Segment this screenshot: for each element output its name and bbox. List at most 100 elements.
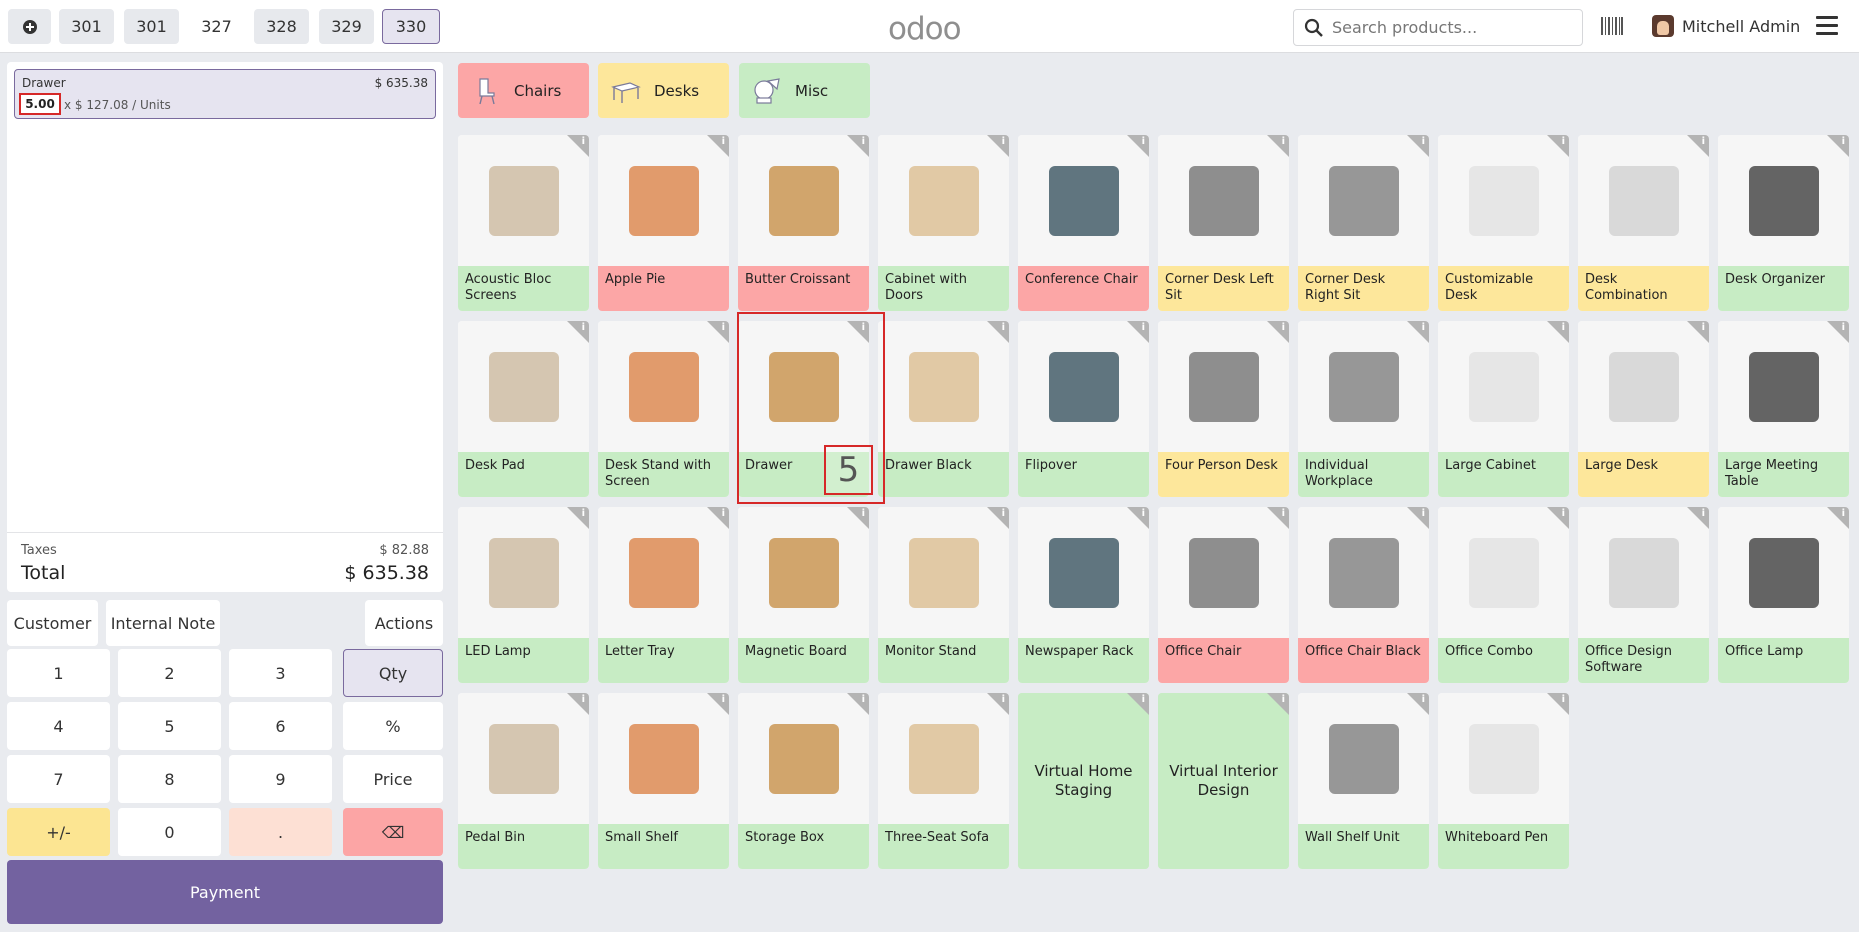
order-line[interactable]: Drawer $ 635.38 5.00 x $ 127.08 / Units (14, 69, 436, 119)
info-icon[interactable] (1267, 321, 1289, 343)
info-icon[interactable] (847, 693, 869, 715)
numpad-backspace[interactable]: ⌫ (343, 808, 443, 856)
numpad-5[interactable]: 5 (118, 702, 221, 750)
search-input[interactable] (1332, 18, 1572, 37)
info-icon[interactable] (1407, 507, 1429, 529)
product-card[interactable]: Whiteboard Pen (1438, 693, 1569, 869)
info-icon[interactable] (847, 507, 869, 529)
info-icon[interactable] (987, 135, 1009, 157)
order-tab[interactable]: 328 (254, 9, 309, 44)
product-card[interactable]: Small Shelf (598, 693, 729, 869)
info-icon[interactable] (847, 321, 869, 343)
numpad-qty-mode[interactable]: Qty (343, 649, 443, 697)
product-card[interactable]: Office Combo (1438, 507, 1569, 683)
info-icon[interactable] (1127, 135, 1149, 157)
info-icon[interactable] (707, 693, 729, 715)
order-tab[interactable]: 301 (59, 9, 114, 44)
product-card[interactable]: Desk Pad (458, 321, 589, 497)
numpad-3[interactable]: 3 (229, 649, 332, 697)
info-icon[interactable] (707, 507, 729, 529)
actions-button[interactable]: Actions (365, 600, 443, 646)
info-icon[interactable] (707, 135, 729, 157)
product-card[interactable]: Butter Croissant (738, 135, 869, 311)
product-card[interactable]: Drawer Black (878, 321, 1009, 497)
order-tab[interactable]: 301 (124, 9, 179, 44)
info-icon[interactable] (1547, 135, 1569, 157)
info-icon[interactable] (1267, 135, 1289, 157)
product-card[interactable]: Customizable Desk (1438, 135, 1569, 311)
info-icon[interactable] (1407, 135, 1429, 157)
numpad-4[interactable]: 4 (7, 702, 110, 750)
info-icon[interactable] (1547, 693, 1569, 715)
numpad-2[interactable]: 2 (118, 649, 221, 697)
product-card[interactable]: Monitor Stand (878, 507, 1009, 683)
order-tab-active[interactable]: 330 (382, 9, 440, 44)
product-card[interactable]: Magnetic Board (738, 507, 869, 683)
payment-button[interactable]: Payment (7, 860, 443, 924)
info-icon[interactable] (1827, 321, 1849, 343)
order-tab[interactable]: 327 (189, 9, 244, 44)
product-card[interactable]: Acoustic Bloc Screens (458, 135, 589, 311)
numpad-8[interactable]: 8 (118, 755, 221, 803)
info-icon[interactable] (1127, 507, 1149, 529)
numpad-9[interactable]: 9 (229, 755, 332, 803)
product-card[interactable]: Four Person Desk (1158, 321, 1289, 497)
menu-icon[interactable] (1816, 16, 1838, 36)
product-card[interactable]: Flipover (1018, 321, 1149, 497)
info-icon[interactable] (567, 507, 589, 529)
info-icon[interactable] (1687, 321, 1709, 343)
product-card[interactable]: Desk Stand with Screen (598, 321, 729, 497)
product-card[interactable]: LED Lamp (458, 507, 589, 683)
product-card[interactable]: Corner Desk Left Sit (1158, 135, 1289, 311)
numpad-discount-mode[interactable]: % (343, 702, 443, 750)
category-misc[interactable]: Misc (739, 63, 870, 118)
info-icon[interactable] (1827, 135, 1849, 157)
product-card[interactable]: Apple Pie (598, 135, 729, 311)
product-card[interactable]: Individual Workplace (1298, 321, 1429, 497)
info-icon[interactable] (1547, 321, 1569, 343)
product-card[interactable]: Office Chair Black (1298, 507, 1429, 683)
product-card[interactable]: Office Design Software (1578, 507, 1709, 683)
internal-note-button[interactable]: Internal Note (106, 600, 220, 646)
product-card[interactable]: Cabinet with Doors (878, 135, 1009, 311)
numpad-0[interactable]: 0 (118, 808, 221, 856)
numpad-6[interactable]: 6 (229, 702, 332, 750)
info-icon[interactable] (707, 321, 729, 343)
numpad-decimal[interactable]: . (229, 808, 332, 856)
info-icon[interactable] (567, 135, 589, 157)
info-icon[interactable] (987, 321, 1009, 343)
new-order-button[interactable] (8, 9, 51, 44)
numpad-price-mode[interactable]: Price (343, 755, 443, 803)
product-card[interactable]: Large Cabinet (1438, 321, 1569, 497)
category-chairs[interactable]: Chairs (458, 63, 589, 118)
product-card[interactable]: Conference Chair (1018, 135, 1149, 311)
info-icon[interactable] (1267, 693, 1289, 715)
numpad-1[interactable]: 1 (7, 649, 110, 697)
product-card[interactable]: Large Meeting Table (1718, 321, 1849, 497)
numpad-7[interactable]: 7 (7, 755, 110, 803)
info-icon[interactable] (1687, 507, 1709, 529)
info-icon[interactable] (1547, 507, 1569, 529)
product-card[interactable]: Desk Combination (1578, 135, 1709, 311)
info-icon[interactable] (1407, 321, 1429, 343)
info-icon[interactable] (1127, 321, 1149, 343)
product-card[interactable]: Virtual Interior Design (1158, 693, 1289, 869)
barcode-icon[interactable] (1600, 14, 1624, 38)
user-menu[interactable]: Mitchell Admin (1652, 14, 1800, 38)
search-box[interactable] (1293, 9, 1583, 46)
info-icon[interactable] (847, 135, 869, 157)
product-card[interactable]: Desk Organizer (1718, 135, 1849, 311)
category-desks[interactable]: Desks (598, 63, 729, 118)
info-icon[interactable] (567, 321, 589, 343)
product-card[interactable]: Letter Tray (598, 507, 729, 683)
product-card[interactable]: Storage Box (738, 693, 869, 869)
product-card[interactable]: Virtual Home Staging (1018, 693, 1149, 869)
product-card[interactable]: Pedal Bin (458, 693, 589, 869)
info-icon[interactable] (1267, 507, 1289, 529)
product-card[interactable]: Large Desk (1578, 321, 1709, 497)
info-icon[interactable] (1827, 507, 1849, 529)
product-card[interactable]: Corner Desk Right Sit (1298, 135, 1429, 311)
info-icon[interactable] (987, 693, 1009, 715)
product-card[interactable]: Office Chair (1158, 507, 1289, 683)
product-card[interactable]: Three-Seat Sofa (878, 693, 1009, 869)
